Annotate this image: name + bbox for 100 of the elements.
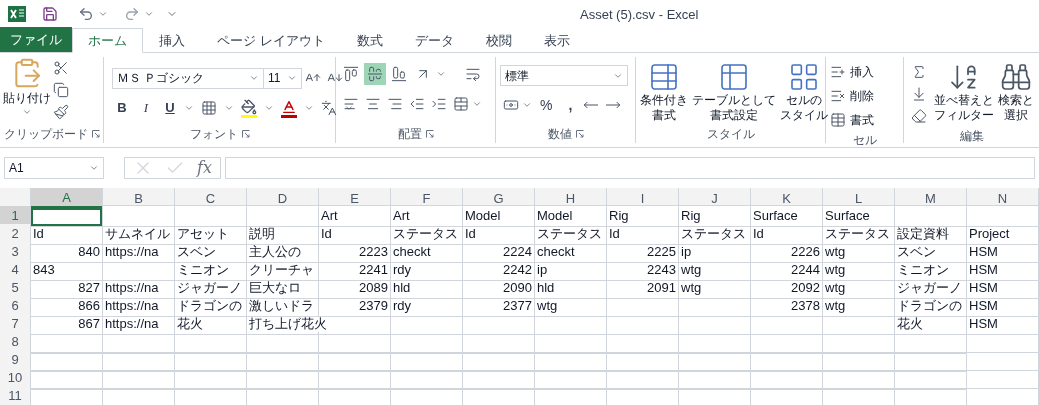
column-header[interactable]: B xyxy=(103,188,175,210)
cells-button[interactable]: 挿入 xyxy=(830,61,874,83)
row-header[interactable]: 1 xyxy=(0,206,31,227)
name-box[interactable]: A1 xyxy=(4,157,104,179)
font-color-icon[interactable] xyxy=(278,98,300,118)
empty-cell xyxy=(679,296,751,317)
column-header[interactable]: J xyxy=(679,188,751,210)
cell-styles-button[interactable]: セルの スタイル xyxy=(780,61,828,125)
table-cell: ステータス xyxy=(823,224,895,245)
row-header[interactable]: 9 xyxy=(0,350,31,371)
table-cell: wtg xyxy=(823,296,895,317)
window-title: Asset (5).csv - Excel xyxy=(580,6,699,24)
row-header[interactable]: 3 xyxy=(0,242,31,263)
group-label: 配置 xyxy=(397,126,422,143)
empty-cell xyxy=(175,332,247,353)
table-cell: ドラゴンの xyxy=(175,296,247,317)
empty-cell xyxy=(967,332,1039,353)
ribbon-tab[interactable]: データ xyxy=(398,28,470,53)
column-header[interactable]: K xyxy=(751,188,823,210)
paste-button[interactable]: 貼り付け xyxy=(4,57,50,125)
row-header[interactable]: 6 xyxy=(0,296,31,317)
table-cell: HSM xyxy=(967,296,1039,317)
table-cell: wtg xyxy=(823,278,895,299)
column-header[interactable]: F xyxy=(391,188,463,210)
find-select-button[interactable]: 検索と 選択 xyxy=(998,57,1034,127)
row-header[interactable]: 2 xyxy=(0,224,31,245)
redo-icon[interactable] xyxy=(124,6,140,22)
column-header[interactable]: C xyxy=(175,188,247,210)
autosum-icon-glyph-icon xyxy=(911,64,927,80)
active-cell[interactable] xyxy=(31,206,103,227)
ribbon-tab[interactable]: 校閲 xyxy=(469,28,528,53)
table-cell: ドラゴンの xyxy=(895,296,967,317)
italic-button[interactable]: I xyxy=(136,98,156,118)
align-left-icon-glyph-icon xyxy=(343,96,359,112)
row-header[interactable]: 11 xyxy=(0,386,31,405)
row-header[interactable]: 4 xyxy=(0,260,31,281)
font-size-field[interactable]: 11 xyxy=(264,67,302,89)
conditional-format-button[interactable]: 条件付き 書式 xyxy=(640,61,688,125)
dialog-launcher-icon[interactable] xyxy=(575,130,584,138)
ribbon-tab[interactable]: 表示 xyxy=(527,28,586,53)
underline-button[interactable]: U xyxy=(160,98,180,118)
number-format-field[interactable]: 標準 xyxy=(500,65,628,86)
table-cell: Model xyxy=(463,206,535,227)
row-header[interactable]: 8 xyxy=(0,332,31,353)
table-cell: 2243 xyxy=(607,260,679,281)
bold-button[interactable]: B xyxy=(112,98,132,118)
column-header[interactable]: I xyxy=(607,188,679,210)
formula-input[interactable] xyxy=(224,157,1035,179)
table-cell: 2223 xyxy=(319,242,391,263)
column-header[interactable]: G xyxy=(463,188,535,210)
middle-align-icon xyxy=(367,66,383,82)
save-icon[interactable] xyxy=(42,6,58,22)
decrease-indent-icon-glyph-icon xyxy=(409,96,425,112)
undo-icon[interactable] xyxy=(78,6,94,22)
group-label: 数値 xyxy=(547,126,572,143)
middle-align-button[interactable] xyxy=(364,63,386,85)
font-name-field[interactable]: ＭＳ Ｐゴシック xyxy=(112,67,264,89)
format-as-table-button[interactable]: テーブルとして 書式設定 xyxy=(692,61,776,125)
increase-indent-icon-glyph-icon xyxy=(431,96,447,112)
comma-button[interactable]: , xyxy=(560,94,581,116)
column-header[interactable]: A xyxy=(31,188,103,210)
ribbon-tab[interactable]: ページ レイアウト xyxy=(201,28,341,53)
format-painter-icon-glyph-icon xyxy=(53,104,69,120)
table-cell: 巨大なロ xyxy=(247,278,319,299)
column-header[interactable]: L xyxy=(823,188,895,210)
fill-color-icon[interactable] xyxy=(238,98,260,118)
ribbon-tab[interactable]: 挿入 xyxy=(143,28,201,53)
column-header[interactable]: E xyxy=(319,188,391,210)
table-cell: rdy xyxy=(391,296,463,317)
align-center-icon-glyph-icon xyxy=(365,96,381,112)
ribbon-tab[interactable]: 数式 xyxy=(340,28,399,53)
row-header[interactable]: 5 xyxy=(0,278,31,299)
row-table-icon xyxy=(830,112,846,128)
table-cell: Id xyxy=(607,224,679,245)
cells-button[interactable]: 削除 xyxy=(830,85,874,107)
app-logo-icon[interactable] xyxy=(8,6,26,22)
column-header[interactable]: M xyxy=(895,188,967,210)
cells-button[interactable]: 書式 xyxy=(830,109,874,131)
table-cell: wtg xyxy=(823,242,895,263)
dialog-launcher-icon[interactable] xyxy=(241,130,250,138)
borders-icon-glyph-icon xyxy=(201,100,217,116)
row-header[interactable]: 7 xyxy=(0,314,31,335)
ribbon-tab[interactable]: ホーム xyxy=(72,28,143,53)
file-tab[interactable]: ファイル xyxy=(0,27,72,52)
column-header[interactable]: D xyxy=(247,188,319,210)
empty-cell xyxy=(679,314,751,335)
row-header[interactable]: 10 xyxy=(0,368,31,389)
dialog-launcher-icon[interactable] xyxy=(91,130,100,138)
table-cell: 2224 xyxy=(463,242,535,263)
column-header[interactable]: H xyxy=(535,188,607,210)
insert-function-button[interactable]: fx xyxy=(197,156,212,180)
table-cell: Rig xyxy=(607,206,679,227)
percent-button[interactable]: % xyxy=(532,94,561,116)
sort-filter-button[interactable]: 並べ替えと フィルター xyxy=(934,57,994,127)
column-header[interactable]: N xyxy=(967,188,1039,210)
table-cell: ip xyxy=(679,242,751,263)
table-cell: https://na xyxy=(103,242,175,263)
dialog-launcher-icon[interactable] xyxy=(425,130,434,138)
caret-icon xyxy=(184,103,194,113)
table-cell: ステータス xyxy=(535,224,607,245)
